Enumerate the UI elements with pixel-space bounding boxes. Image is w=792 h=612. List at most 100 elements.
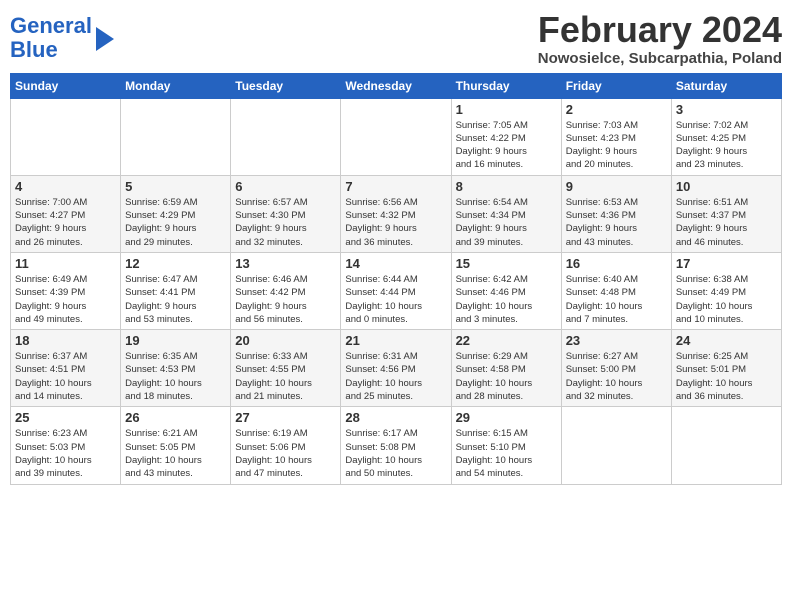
day-detail: Sunrise: 6:27 AM Sunset: 5:00 PM Dayligh…	[566, 350, 667, 403]
day-cell: 2 Sunrise: 7:03 AM Sunset: 4:23 PM Daylig…	[561, 98, 671, 175]
day-number: 13	[235, 256, 336, 271]
day-detail: Sunrise: 6:53 AM Sunset: 4:36 PM Dayligh…	[566, 196, 667, 249]
day-cell: 26 Sunrise: 6:21 AM Sunset: 5:05 PM Dayli…	[121, 407, 231, 484]
logo-arrow-icon	[96, 27, 114, 51]
day-detail: Sunrise: 6:46 AM Sunset: 4:42 PM Dayligh…	[235, 273, 336, 326]
day-number: 20	[235, 333, 336, 348]
day-cell: 15Sunrise: 6:42 AM Sunset: 4:46 PM Dayli…	[451, 252, 561, 329]
day-cell: 6 Sunrise: 6:57 AM Sunset: 4:30 PM Daylig…	[231, 175, 341, 252]
day-detail: Sunrise: 6:17 AM Sunset: 5:08 PM Dayligh…	[345, 427, 446, 480]
day-cell: 19 Sunrise: 6:35 AM Sunset: 4:53 PM Dayli…	[121, 330, 231, 407]
day-detail: Sunrise: 6:35 AM Sunset: 4:53 PM Dayligh…	[125, 350, 226, 403]
day-cell	[121, 98, 231, 175]
day-number: 19	[125, 333, 226, 348]
day-detail: Sunrise: 6:44 AM Sunset: 4:44 PM Dayligh…	[345, 273, 446, 326]
day-cell: 27 Sunrise: 6:19 AM Sunset: 5:06 PM Dayli…	[231, 407, 341, 484]
day-detail: Sunrise: 7:05 AM Sunset: 4:22 PM Dayligh…	[456, 119, 557, 172]
day-number: 9	[566, 179, 667, 194]
week-row-1: 1 Sunrise: 7:05 AM Sunset: 4:22 PM Daylig…	[11, 98, 782, 175]
day-detail: Sunrise: 6:49 AM Sunset: 4:39 PM Dayligh…	[15, 273, 116, 326]
day-number: 7	[345, 179, 446, 194]
day-detail: Sunrise: 6:47 AM Sunset: 4:41 PM Dayligh…	[125, 273, 226, 326]
day-cell: 18 Sunrise: 6:37 AM Sunset: 4:51 PM Dayli…	[11, 330, 121, 407]
day-cell: 4Sunrise: 7:00 AM Sunset: 4:27 PM Daylig…	[11, 175, 121, 252]
day-cell	[561, 407, 671, 484]
day-number: 8	[456, 179, 557, 194]
day-cell: 11Sunrise: 6:49 AM Sunset: 4:39 PM Dayli…	[11, 252, 121, 329]
header-cell-wednesday: Wednesday	[341, 73, 451, 98]
day-number: 24	[676, 333, 777, 348]
day-cell: 24 Sunrise: 6:25 AM Sunset: 5:01 PM Dayli…	[671, 330, 781, 407]
day-cell	[341, 98, 451, 175]
calendar-table: SundayMondayTuesdayWednesdayThursdayFrid…	[10, 73, 782, 485]
day-detail: Sunrise: 6:51 AM Sunset: 4:37 PM Dayligh…	[676, 196, 777, 249]
logo-blue: Blue	[10, 37, 58, 62]
day-number: 2	[566, 102, 667, 117]
calendar-body: 1 Sunrise: 7:05 AM Sunset: 4:22 PM Daylig…	[11, 98, 782, 484]
day-cell: 20 Sunrise: 6:33 AM Sunset: 4:55 PM Dayli…	[231, 330, 341, 407]
day-number: 28	[345, 410, 446, 425]
day-cell: 21Sunrise: 6:31 AM Sunset: 4:56 PM Dayli…	[341, 330, 451, 407]
week-row-3: 11Sunrise: 6:49 AM Sunset: 4:39 PM Dayli…	[11, 252, 782, 329]
day-detail: Sunrise: 6:40 AM Sunset: 4:48 PM Dayligh…	[566, 273, 667, 326]
day-detail: Sunrise: 6:33 AM Sunset: 4:55 PM Dayligh…	[235, 350, 336, 403]
day-number: 22	[456, 333, 557, 348]
day-cell: 29 Sunrise: 6:15 AM Sunset: 5:10 PM Dayli…	[451, 407, 561, 484]
header-cell-friday: Friday	[561, 73, 671, 98]
day-number: 16	[566, 256, 667, 271]
logo-text: General Blue	[10, 14, 92, 62]
day-cell	[231, 98, 341, 175]
day-number: 5	[125, 179, 226, 194]
header-cell-monday: Monday	[121, 73, 231, 98]
day-detail: Sunrise: 7:03 AM Sunset: 4:23 PM Dayligh…	[566, 119, 667, 172]
day-detail: Sunrise: 6:56 AM Sunset: 4:32 PM Dayligh…	[345, 196, 446, 249]
header-row: SundayMondayTuesdayWednesdayThursdayFrid…	[11, 73, 782, 98]
day-number: 15	[456, 256, 557, 271]
day-detail: Sunrise: 6:57 AM Sunset: 4:30 PM Dayligh…	[235, 196, 336, 249]
day-number: 29	[456, 410, 557, 425]
week-row-5: 25Sunrise: 6:23 AM Sunset: 5:03 PM Dayli…	[11, 407, 782, 484]
location-subtitle: Nowosielce, Subcarpathia, Poland	[538, 50, 782, 67]
day-detail: Sunrise: 6:37 AM Sunset: 4:51 PM Dayligh…	[15, 350, 116, 403]
day-number: 27	[235, 410, 336, 425]
day-detail: Sunrise: 7:02 AM Sunset: 4:25 PM Dayligh…	[676, 119, 777, 172]
day-detail: Sunrise: 6:25 AM Sunset: 5:01 PM Dayligh…	[676, 350, 777, 403]
logo-general: General	[10, 13, 92, 38]
day-number: 18	[15, 333, 116, 348]
logo: General Blue	[10, 14, 114, 62]
day-cell: 13 Sunrise: 6:46 AM Sunset: 4:42 PM Dayli…	[231, 252, 341, 329]
day-cell: 3 Sunrise: 7:02 AM Sunset: 4:25 PM Daylig…	[671, 98, 781, 175]
day-cell	[671, 407, 781, 484]
day-number: 23	[566, 333, 667, 348]
day-number: 1	[456, 102, 557, 117]
header-cell-saturday: Saturday	[671, 73, 781, 98]
day-cell: 25Sunrise: 6:23 AM Sunset: 5:03 PM Dayli…	[11, 407, 121, 484]
day-number: 12	[125, 256, 226, 271]
day-cell: 28 Sunrise: 6:17 AM Sunset: 5:08 PM Dayli…	[341, 407, 451, 484]
day-cell: 12 Sunrise: 6:47 AM Sunset: 4:41 PM Dayli…	[121, 252, 231, 329]
day-number: 6	[235, 179, 336, 194]
day-cell: 22Sunrise: 6:29 AM Sunset: 4:58 PM Dayli…	[451, 330, 561, 407]
day-cell: 9 Sunrise: 6:53 AM Sunset: 4:36 PM Daylig…	[561, 175, 671, 252]
day-detail: Sunrise: 6:19 AM Sunset: 5:06 PM Dayligh…	[235, 427, 336, 480]
day-detail: Sunrise: 6:15 AM Sunset: 5:10 PM Dayligh…	[456, 427, 557, 480]
day-cell: 16 Sunrise: 6:40 AM Sunset: 4:48 PM Dayli…	[561, 252, 671, 329]
day-number: 26	[125, 410, 226, 425]
day-cell: 23 Sunrise: 6:27 AM Sunset: 5:00 PM Dayli…	[561, 330, 671, 407]
day-cell: 10 Sunrise: 6:51 AM Sunset: 4:37 PM Dayli…	[671, 175, 781, 252]
day-detail: Sunrise: 6:31 AM Sunset: 4:56 PM Dayligh…	[345, 350, 446, 403]
header-cell-tuesday: Tuesday	[231, 73, 341, 98]
day-number: 3	[676, 102, 777, 117]
day-detail: Sunrise: 6:21 AM Sunset: 5:05 PM Dayligh…	[125, 427, 226, 480]
month-title: February 2024	[538, 10, 782, 50]
day-number: 25	[15, 410, 116, 425]
day-cell	[11, 98, 121, 175]
day-detail: Sunrise: 6:38 AM Sunset: 4:49 PM Dayligh…	[676, 273, 777, 326]
day-number: 14	[345, 256, 446, 271]
calendar-header: SundayMondayTuesdayWednesdayThursdayFrid…	[11, 73, 782, 98]
day-cell: 14 Sunrise: 6:44 AM Sunset: 4:44 PM Dayli…	[341, 252, 451, 329]
day-detail: Sunrise: 6:54 AM Sunset: 4:34 PM Dayligh…	[456, 196, 557, 249]
day-number: 10	[676, 179, 777, 194]
page-header: General Blue February 2024 Nowosielce, S…	[10, 10, 782, 67]
header-cell-sunday: Sunday	[11, 73, 121, 98]
